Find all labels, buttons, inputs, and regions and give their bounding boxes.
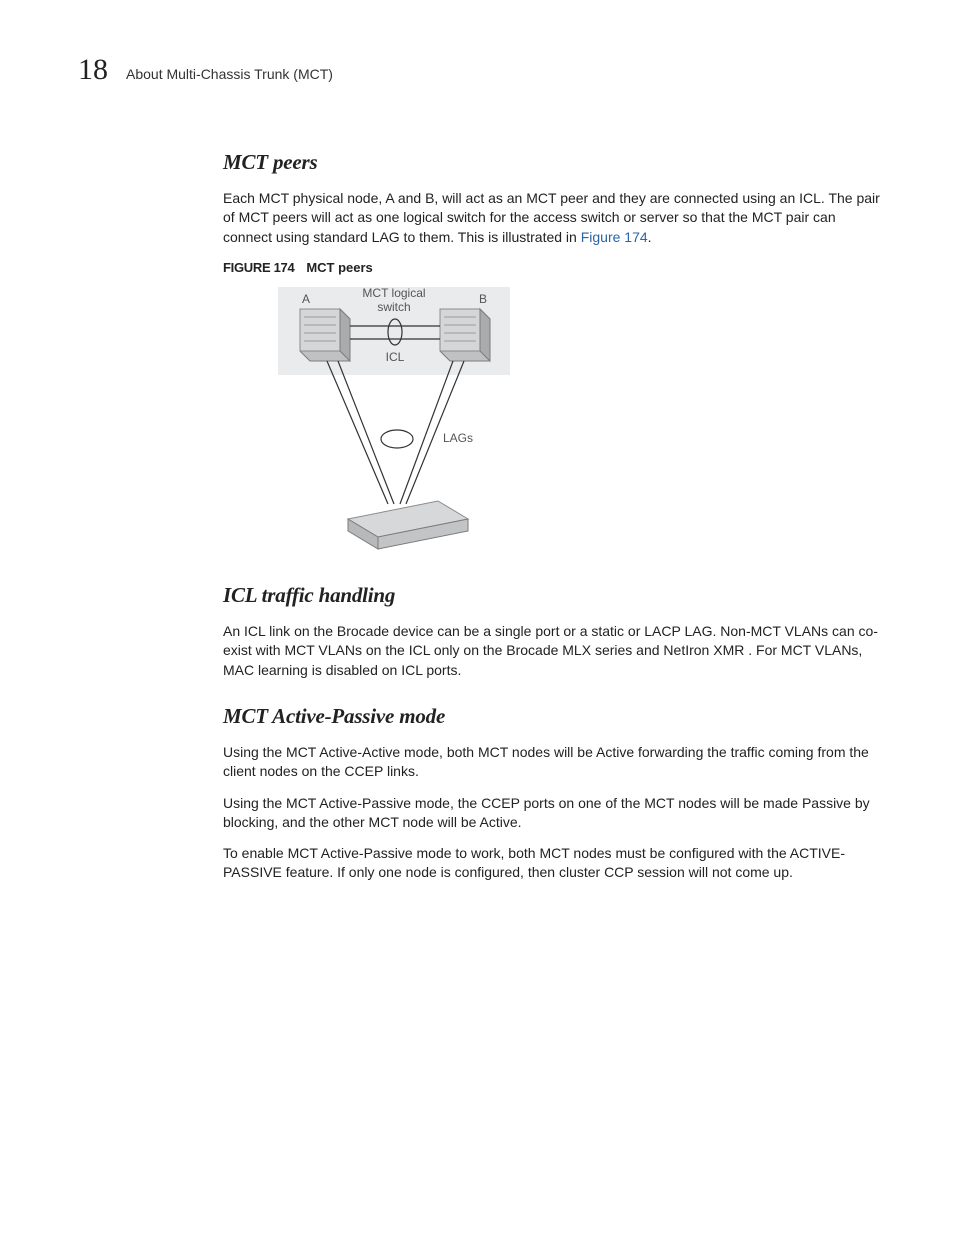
paragraph: An ICL link on the Brocade device can be… — [223, 622, 882, 680]
text-run: . — [648, 229, 652, 245]
diagram-label-top2: switch — [377, 300, 410, 314]
page-content: MCT peers Each MCT physical node, A and … — [223, 150, 882, 883]
diagram-label-b: B — [479, 292, 487, 306]
section-active-passive: MCT Active-Passive mode Using the MCT Ac… — [223, 704, 882, 883]
switch-b-icon — [440, 309, 490, 361]
heading-mct-peers: MCT peers — [223, 150, 882, 175]
figure-link[interactable]: Figure 174 — [581, 229, 648, 245]
page-number: 18 — [78, 55, 108, 85]
page-header: 18 About Multi-Chassis Trunk (MCT) — [78, 55, 884, 85]
paragraph: Each MCT physical node, A and B, will ac… — [223, 189, 882, 247]
switch-a-icon — [300, 309, 350, 361]
figure-mct-peers: MCT logical switch A B — [278, 279, 882, 559]
section-icl: ICL traffic handling An ICL link on the … — [223, 583, 882, 680]
section-mct-peers: MCT peers Each MCT physical node, A and … — [223, 150, 882, 559]
diagram-label-top: MCT logical — [362, 286, 425, 300]
text-run: Each MCT physical node, A and B, will ac… — [223, 190, 880, 245]
figure-label: FIGURE 174 — [223, 260, 294, 275]
figure-title: MCT peers — [306, 260, 372, 275]
diagram-label-lags: LAGs — [443, 431, 473, 445]
figure-caption: FIGURE 174 MCT peers — [223, 259, 882, 275]
heading-icl: ICL traffic handling — [223, 583, 882, 608]
paragraph: To enable MCT Active-Passive mode to wor… — [223, 844, 882, 883]
heading-active-passive: MCT Active-Passive mode — [223, 704, 882, 729]
mct-peers-diagram: MCT logical switch A B — [278, 279, 538, 559]
client-device-icon — [348, 501, 468, 549]
diagram-label-a: A — [302, 292, 310, 306]
paragraph: Using the MCT Active-Passive mode, the C… — [223, 794, 882, 833]
chapter-title: About Multi-Chassis Trunk (MCT) — [126, 66, 333, 82]
paragraph: Using the MCT Active-Active mode, both M… — [223, 743, 882, 782]
diagram-label-icl: ICL — [386, 350, 405, 364]
